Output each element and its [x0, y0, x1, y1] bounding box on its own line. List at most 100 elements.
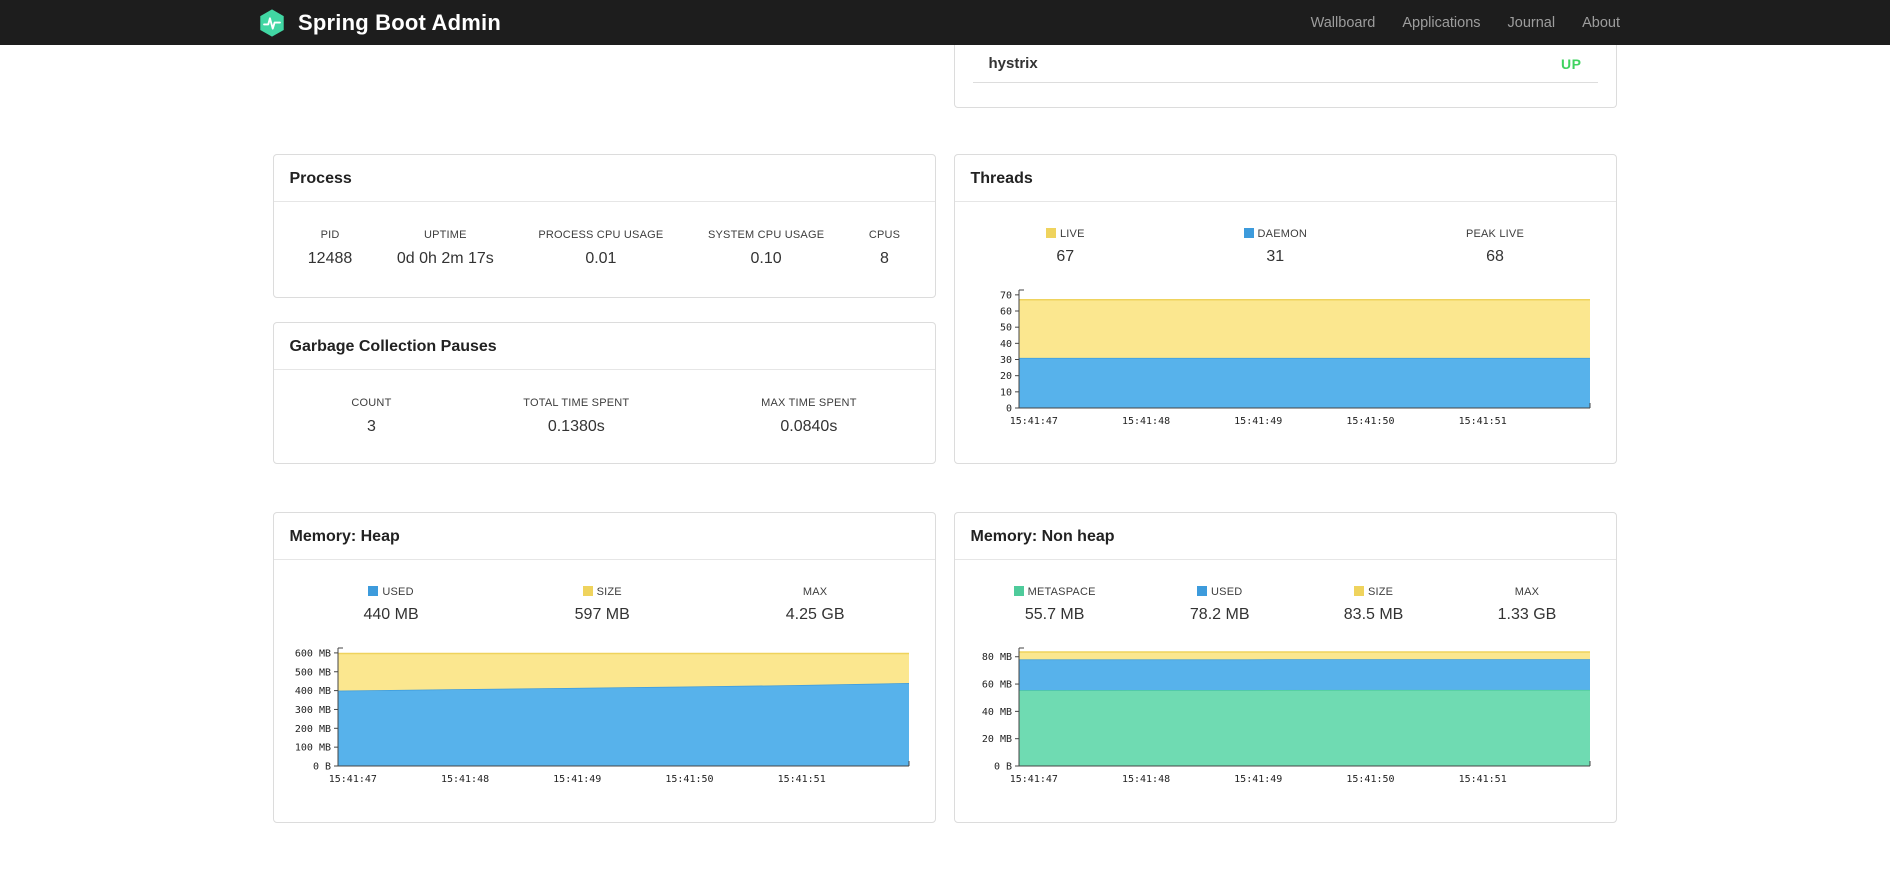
- threads-chart-svg: 0 10 20 30 40 50 60 70 15:41:47 15:41:48 15:41:49 1…: [999, 289, 1590, 427]
- svg-text:15:41:51: 15:41:51: [777, 774, 825, 785]
- metric-value: 0.01: [585, 250, 617, 267]
- legend-item-max: MAX 1.33 GB: [1498, 586, 1557, 624]
- svg-text:15:41:49: 15:41:49: [1234, 774, 1282, 785]
- nav-item-journal[interactable]: Journal: [1508, 15, 1556, 31]
- threads-legend: LIVE 67 DAEMON 31 PEAK LIVE 68: [955, 202, 1616, 270]
- legend-value: 67: [1056, 248, 1075, 265]
- svg-text:15:41:47: 15:41:47: [1009, 416, 1057, 427]
- metric-value: 0d 0h 2m 17s: [396, 250, 494, 267]
- metric-value: 3: [366, 418, 376, 435]
- metric-max-time-spent: MAX TIME SPENT 0.0840s: [761, 397, 857, 436]
- spring-boot-admin-logo-icon: [257, 8, 287, 38]
- legend-value: 68: [1486, 248, 1504, 265]
- navbar: Spring Boot Admin Wallboard Applications J…: [0, 0, 1890, 45]
- legend-swatch-icon: [1197, 586, 1208, 596]
- svg-text:50: 50: [999, 323, 1011, 334]
- heap-chart-svg: 0 B 100 MB 200 MB 300 MB 400 MB 500 MB 600 MB 1…: [294, 647, 909, 785]
- memory-heap-panel: Memory: Heap USED 440 MB SIZE 597 MB MAX 4.25…: [272, 512, 936, 823]
- svg-text:0 B: 0 B: [312, 762, 330, 773]
- metric-total-time-spent: TOTAL TIME SPENT 0.1380s: [523, 397, 629, 436]
- svg-text:40 MB: 40 MB: [981, 707, 1011, 718]
- metric-cpus: CPUS 8: [869, 229, 900, 268]
- health-status-badge: UP: [1561, 55, 1582, 72]
- svg-text:60: 60: [999, 307, 1011, 318]
- metric-count: COUNT 3: [351, 397, 391, 436]
- metric-uptime: UPTIME 0d 0h 2m 17s: [397, 229, 494, 268]
- svg-text:15:41:49: 15:41:49: [553, 774, 601, 785]
- legend-value: 55.7 MB: [1024, 606, 1085, 623]
- right-column: hystrix UP Threads LIVE 67 DAEMON 31 PEAK LI…: [953, 45, 1617, 823]
- process-panel-title: Process: [273, 155, 935, 202]
- metric-value: 8: [880, 250, 889, 267]
- metric-label: TOTAL TIME SPENT: [523, 397, 630, 409]
- memory-heap-legend: USED 440 MB SIZE 597 MB MAX 4.25 GB: [274, 560, 935, 628]
- svg-text:15:41:50: 15:41:50: [1346, 774, 1394, 785]
- legend-label: DAEMON: [1243, 228, 1307, 240]
- svg-text:15:41:50: 15:41:50: [665, 774, 713, 785]
- legend-label: USED: [364, 586, 419, 598]
- metric-value: 0.10: [750, 250, 782, 267]
- legend-swatch-icon: [1045, 228, 1056, 238]
- legend-label: MAX: [1514, 586, 1540, 598]
- gc-panel-title: Garbage Collection Pauses: [273, 323, 935, 370]
- brand-title: Spring Boot Admin: [298, 9, 502, 35]
- svg-text:15:41:47: 15:41:47: [1009, 774, 1057, 785]
- brand-link[interactable]: Spring Boot Admin: [257, 8, 501, 38]
- legend-label: MAX: [802, 586, 828, 598]
- metric-value: 0.1380s: [547, 418, 605, 435]
- metric-label: PID: [320, 229, 340, 241]
- legend-value: 440 MB: [363, 606, 419, 623]
- legend-value: 78.2 MB: [1189, 606, 1250, 623]
- legend-value: 4.25 GB: [785, 606, 845, 623]
- process-panel: Process PID 12488 UPTIME 0d 0h 2m 17s PROCES…: [272, 154, 936, 298]
- nav-item-about[interactable]: About: [1582, 15, 1620, 31]
- svg-text:600 MB: 600 MB: [294, 648, 330, 659]
- legend-swatch-icon: [1243, 228, 1254, 238]
- health-service-name: hystrix: [988, 55, 1038, 72]
- svg-text:15:41:51: 15:41:51: [1458, 774, 1506, 785]
- legend-item-daemon: DAEMON 31: [1243, 228, 1307, 266]
- legend-item-used: USED 440 MB: [364, 586, 419, 624]
- svg-text:100 MB: 100 MB: [294, 743, 330, 754]
- nonheap-chart-svg: 0 B 20 MB 40 MB 60 MB 80 MB 15:41:47 15:41:48 1…: [981, 647, 1590, 785]
- memory-nonheap-chart: 0 B 20 MB 40 MB 60 MB 80 MB 15:41:47 15:41:48 1…: [961, 640, 1616, 797]
- svg-text:10: 10: [999, 387, 1011, 398]
- metric-label: SYSTEM CPU USAGE: [707, 229, 825, 241]
- svg-text:15:41:51: 15:41:51: [1458, 416, 1506, 427]
- health-row-hystrix: hystrix UP: [972, 45, 1598, 83]
- metric-label: MAX TIME SPENT: [761, 397, 857, 409]
- svg-text:20: 20: [999, 371, 1011, 382]
- nav-item-wallboard[interactable]: Wallboard: [1311, 15, 1376, 31]
- legend-label: SIZE: [575, 586, 630, 598]
- legend-swatch-icon: [1353, 586, 1364, 596]
- svg-text:70: 70: [999, 290, 1011, 301]
- metric-system-cpu-usage: SYSTEM CPU USAGE 0.10: [708, 229, 824, 268]
- metric-process-cpu-usage: PROCESS CPU USAGE 0.01: [538, 229, 663, 268]
- memory-nonheap-title: Memory: Non heap: [954, 513, 1616, 560]
- svg-text:0 B: 0 B: [993, 762, 1011, 773]
- legend-value: 83.5 MB: [1343, 606, 1404, 623]
- legend-label: PEAK LIVE: [1465, 228, 1524, 240]
- svg-text:60 MB: 60 MB: [981, 680, 1011, 691]
- metric-value: 0.0840s: [780, 418, 838, 435]
- legend-item-max: MAX 4.25 GB: [786, 586, 845, 624]
- legend-swatch-icon: [1013, 586, 1024, 596]
- svg-text:300 MB: 300 MB: [294, 705, 330, 716]
- metric-value: 12488: [307, 250, 353, 267]
- nav-item-applications[interactable]: Applications: [1402, 15, 1480, 31]
- svg-text:80 MB: 80 MB: [981, 652, 1011, 663]
- svg-text:400 MB: 400 MB: [294, 686, 330, 697]
- legend-item-used: USED 78.2 MB: [1190, 586, 1250, 624]
- gc-pauses-panel: Garbage Collection Pauses COUNT 3 TOTAL TI…: [272, 322, 936, 464]
- threads-panel: Threads LIVE 67 DAEMON 31 PEAK LIVE 68 0 10 20 3…: [953, 154, 1617, 464]
- legend-value: 1.33 GB: [1497, 606, 1557, 623]
- legend-item-size: SIZE 597 MB: [575, 586, 630, 624]
- svg-text:500 MB: 500 MB: [294, 667, 330, 678]
- gc-metrics: COUNT 3 TOTAL TIME SPENT 0.1380s MAX TIME SP…: [274, 370, 935, 446]
- svg-text:15:41:48: 15:41:48: [1121, 416, 1169, 427]
- svg-text:15:41:50: 15:41:50: [1346, 416, 1394, 427]
- svg-text:15:41:49: 15:41:49: [1234, 416, 1282, 427]
- legend-value: 31: [1266, 248, 1285, 265]
- process-metrics: PID 12488 UPTIME 0d 0h 2m 17s PROCESS CPU US…: [274, 202, 935, 278]
- svg-text:15:41:47: 15:41:47: [328, 774, 376, 785]
